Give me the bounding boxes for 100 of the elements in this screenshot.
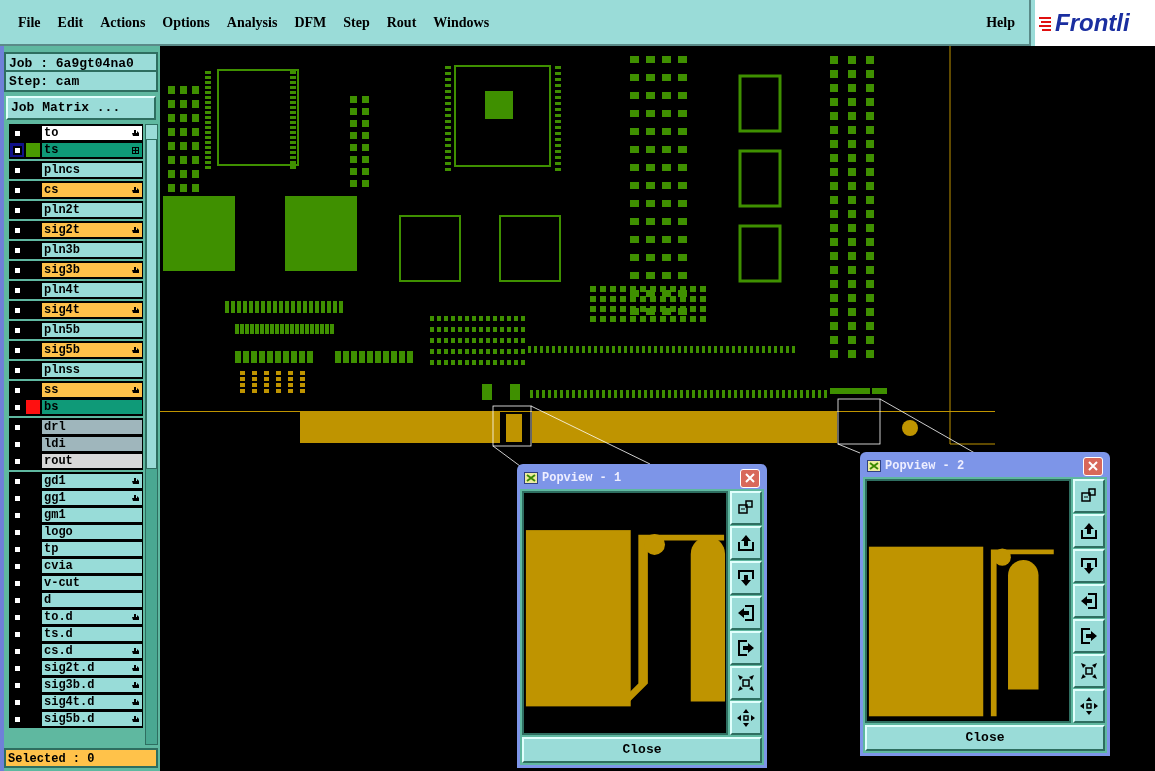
hand-icon (131, 647, 139, 655)
hand-icon (131, 346, 139, 354)
step-label: Step: cam (8, 73, 81, 90)
layer-item[interactable]: cs (42, 183, 142, 197)
layer-item[interactable]: tp (42, 542, 142, 556)
layer-item[interactable]: to.d (42, 610, 142, 624)
layer-name: ldi (44, 438, 66, 450)
layer-name: gg1 (44, 492, 66, 504)
close-button[interactable] (1083, 456, 1103, 476)
layer-name: logo (44, 526, 73, 538)
hand-icon (131, 306, 139, 314)
layer-name: pln2t (44, 204, 80, 216)
layer-item[interactable]: pln5b (42, 323, 142, 337)
menu-item[interactable]: Edit (57, 11, 84, 33)
close-button[interactable] (740, 468, 760, 488)
layer-item[interactable]: logo (42, 525, 142, 539)
leader-line (492, 445, 521, 467)
hand-icon (131, 613, 139, 621)
layer-name: ss (44, 384, 59, 396)
layer-item[interactable]: d (42, 593, 142, 607)
menu-item[interactable]: Help (986, 11, 1029, 33)
layer-name: pln4t (44, 284, 80, 296)
menu-item[interactable]: Rout (386, 11, 417, 33)
arrow-right-icon (1079, 626, 1099, 646)
layer-item[interactable]: pln4t (42, 283, 142, 297)
layer-name: drl (44, 421, 66, 433)
menu-item[interactable]: File (18, 11, 41, 33)
layer-item[interactable]: pln3b (42, 243, 142, 257)
layer-item[interactable]: v-cut (42, 576, 142, 590)
zoom-window-button[interactable] (730, 491, 762, 525)
zoom-in-button[interactable] (1073, 654, 1105, 688)
zoom-window-button[interactable] (1073, 479, 1105, 513)
layer-item[interactable]: bs (42, 400, 142, 414)
layer-name: plncs (44, 164, 80, 176)
arrow-down-icon (736, 568, 756, 588)
window-title: Popview - 1 (542, 470, 623, 487)
layer-item[interactable]: sig2t (42, 223, 142, 237)
layer-item[interactable]: gm1 (42, 508, 142, 522)
pan-right-button[interactable] (1073, 619, 1105, 653)
layer-item[interactable]: to (42, 126, 142, 140)
layer-name: sig2t.d (44, 662, 95, 674)
layer-item[interactable]: gd1 (42, 474, 142, 488)
layer-item[interactable]: drl (42, 420, 142, 434)
layer-item[interactable]: rout (42, 454, 142, 468)
layer-item[interactable]: gg1 (42, 491, 142, 505)
layer-name: gm1 (44, 509, 66, 521)
layer-item[interactable]: sig5b (42, 343, 142, 357)
arrow-up-icon (1079, 521, 1099, 541)
layer-item[interactable]: sig3b.d (42, 678, 142, 692)
scrollbar[interactable] (145, 124, 158, 745)
layer-item[interactable]: ss (42, 383, 142, 397)
layer-item[interactable]: sig4t (42, 303, 142, 317)
layer-item[interactable]: plnss (42, 363, 142, 377)
layer-item[interactable]: ts (42, 143, 142, 157)
layer-item[interactable]: sig2t.d (42, 661, 142, 675)
pan-down-button[interactable] (730, 561, 762, 595)
zoom-in-icon (736, 673, 756, 693)
layer-name: cs (44, 184, 59, 196)
layer-name: sig4t (44, 304, 80, 316)
pan-up-button[interactable] (730, 526, 762, 560)
zoom-in-button[interactable] (730, 666, 762, 700)
menu-item[interactable]: Windows (433, 11, 490, 33)
layer-name: to (44, 127, 59, 139)
menu-item[interactable]: Actions (100, 11, 146, 33)
logo-icon (1039, 15, 1053, 31)
menu-item[interactable]: Step (343, 11, 370, 33)
layer-item[interactable]: cvia (42, 559, 142, 573)
close-icon (745, 473, 755, 483)
layer-name: v-cut (44, 577, 80, 589)
layer-item[interactable]: ts.d (42, 627, 142, 641)
pan-left-button[interactable] (1073, 584, 1105, 618)
layer-item[interactable]: sig3b (42, 263, 142, 277)
layer-name: cs.d (44, 645, 73, 657)
layer-name: d (44, 594, 52, 606)
zoom-in-icon (1079, 661, 1099, 681)
menu-item[interactable]: DFM (294, 11, 327, 33)
menu-item[interactable]: Options (162, 11, 210, 33)
layer-name: bs (44, 401, 59, 413)
close-button[interactable]: Close (522, 737, 762, 763)
pan-down-button[interactable] (1073, 549, 1105, 583)
layer-item[interactable]: plncs (42, 163, 142, 177)
layer-name: tp (44, 543, 59, 555)
layer-name: sig3b (44, 264, 80, 276)
layer-item[interactable]: sig5b.d (42, 712, 142, 726)
arrow-left-icon (1079, 591, 1099, 611)
app-icon (524, 472, 538, 484)
pan-right-button[interactable] (730, 631, 762, 665)
menu-item[interactable]: Analysis (226, 11, 278, 33)
layer-item[interactable]: cs.d (42, 644, 142, 658)
layer-item[interactable]: pln2t (42, 203, 142, 217)
layer-item[interactable]: sig4t.d (42, 695, 142, 709)
arrow-right-icon (736, 638, 756, 658)
layer-name: sig4t.d (44, 696, 95, 708)
close-button[interactable]: Close (865, 725, 1105, 751)
layer-item[interactable]: ldi (42, 437, 142, 451)
pan-up-button[interactable] (1073, 514, 1105, 548)
pan-left-button[interactable] (730, 596, 762, 630)
job-matrix-button[interactable]: Job Matrix ... (6, 96, 156, 120)
hand-icon (131, 266, 139, 274)
hand-icon (131, 664, 139, 672)
